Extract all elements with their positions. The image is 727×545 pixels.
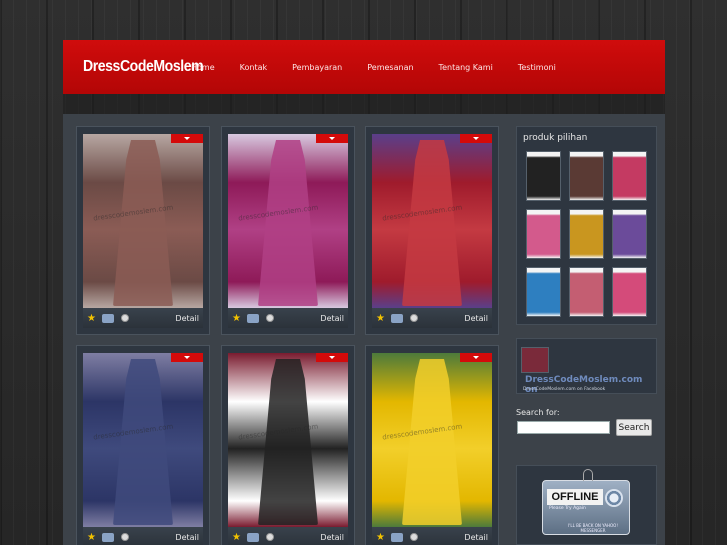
featured-product-thumb[interactable] [612,209,647,259]
product-card[interactable]: dresscodemoslem.com ★ Detail [76,345,210,545]
chevron-down-icon [329,356,335,359]
dress-shape [258,359,318,525]
comment-icon[interactable] [390,313,403,323]
comment-icon[interactable] [390,532,403,542]
detail-link[interactable]: Detail [175,314,199,323]
nav-home[interactable]: Home [191,63,215,72]
hanger-hook [583,469,593,481]
offline-badge[interactable]: OFFLINE Please Try Again I'LL BE BACK ON… [542,469,630,535]
product-toolbar: ★ Detail [228,527,348,545]
featured-product-thumb[interactable] [569,151,604,201]
produk-pilihan-box: produk pilihan [516,126,657,325]
product-toolbar: ★ Detail [372,308,492,328]
product-card[interactable]: dresscodemoslem.com ★ Detail [221,126,355,335]
detail-link[interactable]: Detail [464,533,488,542]
comment-icon[interactable] [101,532,114,542]
product-image[interactable]: dresscodemoslem.com [228,134,348,308]
dress-shape [113,140,173,306]
dropdown-tab[interactable] [460,353,492,362]
product-image[interactable]: dresscodemoslem.com [372,353,492,527]
comment-icon[interactable] [246,532,259,542]
facebook-subtitle: DressCodeMoslem.com on Facebook [523,387,606,392]
search-button[interactable]: Search [616,419,652,436]
chevron-down-icon [473,137,479,140]
main-content: dresscodemoslem.com ★ Detail dresscodemosle… [63,114,665,545]
main-nav: Home Kontak Pembayaran Pemesanan Tentang… [179,40,581,94]
comment-icon[interactable] [101,313,114,323]
facebook-title[interactable]: DressCodeMoslem.com on [525,375,656,395]
offline-tagline: Please Try Again [549,506,586,511]
clock-icon [120,314,129,322]
star-icon[interactable]: ★ [87,313,96,324]
header-strip [63,94,665,114]
featured-product-thumb[interactable] [526,151,561,201]
star-icon[interactable]: ★ [376,532,385,543]
clock-icon [409,314,418,322]
page-wrapper: DressCodeMoslem Home Kontak Pembayaran P… [63,40,665,545]
clock-icon [409,533,418,541]
nav-pembayaran[interactable]: Pembayaran [292,63,342,72]
star-icon[interactable]: ★ [87,532,96,543]
product-card[interactable]: dresscodemoslem.com ★ Detail [76,126,210,335]
facebook-box: DressCodeMoslem.com on DressCodeMoslem.c… [516,338,657,395]
messenger-status-box: OFFLINE Please Try Again I'LL BE BACK ON… [516,465,657,545]
product-card[interactable]: dresscodemoslem.com ★ Detail [365,126,499,335]
dropdown-tab[interactable] [460,134,492,143]
dress-shape [402,140,462,306]
dropdown-tab[interactable] [171,134,203,143]
featured-product-thumb[interactable] [612,267,647,317]
search-label: Search for: [516,408,560,417]
product-toolbar: ★ Detail [83,308,203,328]
offline-title: OFFLINE [547,489,603,505]
detail-link[interactable]: Detail [464,314,488,323]
chevron-down-icon [184,137,190,140]
chevron-down-icon [473,356,479,359]
chevron-down-icon [184,356,190,359]
dropdown-tab[interactable] [316,353,348,362]
featured-product-thumb[interactable] [526,209,561,259]
search-box: Search for: Search [516,408,657,452]
facebook-avatar[interactable] [521,347,549,373]
product-image[interactable]: dresscodemoslem.com [83,134,203,308]
messenger-icon [605,489,623,507]
nav-kontak[interactable]: Kontak [240,63,267,72]
product-toolbar: ★ Detail [228,308,348,328]
clock-icon [265,314,274,322]
featured-product-thumb[interactable] [569,267,604,317]
nav-pemesanan[interactable]: Pemesanan [367,63,413,72]
offline-note: I'LL BE BACK ON YAHOO! MESSENGER [568,523,618,533]
detail-link[interactable]: Detail [320,314,344,323]
search-input[interactable] [517,421,610,434]
detail-link[interactable]: Detail [320,533,344,542]
star-icon[interactable]: ★ [232,313,241,324]
product-image[interactable]: dresscodemoslem.com [372,134,492,308]
chevron-down-icon [329,137,335,140]
dropdown-tab[interactable] [316,134,348,143]
product-image[interactable]: dresscodemoslem.com [228,353,348,527]
product-card[interactable]: dresscodemoslem.com ★ Detail [221,345,355,545]
dress-shape [258,140,318,306]
star-icon[interactable]: ★ [376,313,385,324]
featured-product-thumb[interactable] [569,209,604,259]
product-toolbar: ★ Detail [83,527,203,545]
clock-icon [265,533,274,541]
star-icon[interactable]: ★ [232,532,241,543]
nav-tentang-kami[interactable]: Tentang Kami [439,63,493,72]
dress-shape [402,359,462,525]
detail-link[interactable]: Detail [175,533,199,542]
dropdown-tab[interactable] [171,353,203,362]
featured-product-thumb[interactable] [612,151,647,201]
featured-product-thumb[interactable] [526,267,561,317]
nav-testimoni[interactable]: Testimoni [518,63,556,72]
comment-icon[interactable] [246,313,259,323]
product-toolbar: ★ Detail [372,527,492,545]
site-header: DressCodeMoslem Home Kontak Pembayaran P… [63,40,665,94]
clock-icon [120,533,129,541]
product-card[interactable]: dresscodemoslem.com ★ Detail [365,345,499,545]
product-image[interactable]: dresscodemoslem.com [83,353,203,527]
dress-shape [113,359,173,525]
produk-pilihan-title: produk pilihan [523,133,588,143]
